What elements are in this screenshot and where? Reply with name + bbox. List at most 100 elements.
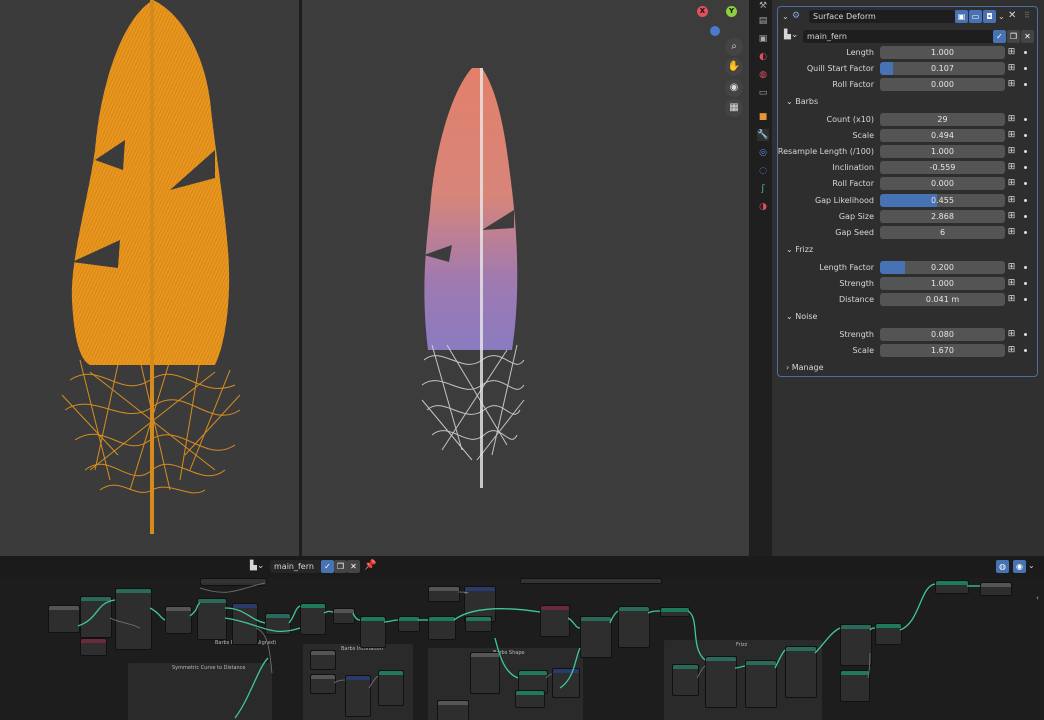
- world-tab-icon[interactable]: ◍: [757, 69, 769, 81]
- value-slider[interactable]: 0.000: [880, 78, 1005, 91]
- value-slider[interactable]: 1.000: [880, 46, 1005, 59]
- attribute-toggle-icon[interactable]: ⊞: [1007, 179, 1016, 188]
- value-slider[interactable]: 0.080: [880, 328, 1005, 341]
- value-slider[interactable]: 2.868: [880, 210, 1005, 223]
- section-header[interactable]: ⌄ Frizz: [786, 245, 813, 254]
- keyframe-dot-icon[interactable]: [1024, 199, 1027, 202]
- close-icon[interactable]: ✕: [1008, 10, 1016, 21]
- dropdown-icon[interactable]: ⌄: [998, 12, 1005, 21]
- viewport-right[interactable]: X Y ⌕ ✋ ◉ ▦: [302, 0, 749, 556]
- camera-icon[interactable]: ◉: [725, 79, 743, 97]
- attribute-toggle-icon[interactable]: ⊞: [1007, 196, 1016, 205]
- keyframe-dot-icon[interactable]: [1024, 266, 1027, 269]
- value-slider[interactable]: 0.494: [880, 129, 1005, 142]
- object-tab-icon[interactable]: ■: [757, 111, 769, 123]
- keyframe-dot-icon[interactable]: [1024, 83, 1027, 86]
- drag-handle-icon[interactable]: ⠿: [1024, 11, 1030, 20]
- attribute-toggle-icon[interactable]: ⊞: [1007, 279, 1016, 288]
- section-header[interactable]: › Manage: [786, 363, 824, 372]
- keyframe-dot-icon[interactable]: [1024, 231, 1027, 234]
- section-header[interactable]: ⌄ Noise: [786, 312, 817, 321]
- snap-icon[interactable]: ◉: [1013, 560, 1026, 573]
- keyframe-dot-icon[interactable]: [1024, 166, 1027, 169]
- viewport-left[interactable]: [0, 0, 299, 556]
- unlink-icon[interactable]: ✕: [1021, 30, 1034, 43]
- node-group-field[interactable]: main_fern: [270, 560, 322, 573]
- keyframe-dot-icon[interactable]: [1024, 298, 1027, 301]
- keyframe-dot-icon[interactable]: [1024, 349, 1027, 352]
- gizmo-y-axis[interactable]: Y: [726, 6, 737, 17]
- value-slider[interactable]: 0.107: [880, 62, 1005, 75]
- output-tab-icon[interactable]: ▣: [757, 33, 769, 45]
- pin-icon[interactable]: 📌: [364, 560, 376, 571]
- node-tree-icon[interactable]: ▙⌄: [250, 561, 264, 571]
- attribute-toggle-icon[interactable]: ⊞: [1007, 80, 1016, 89]
- modifier-name-field[interactable]: Surface Deform: [809, 10, 955, 23]
- dropdown-icon[interactable]: ⌄: [1028, 561, 1035, 570]
- value-slider[interactable]: 29: [880, 113, 1005, 126]
- attribute-toggle-icon[interactable]: ⊞: [1007, 295, 1016, 304]
- overlay-icon[interactable]: ◍: [996, 560, 1009, 573]
- value-slider[interactable]: 1.000: [880, 277, 1005, 290]
- node-tree-icon[interactable]: ▙⌄: [784, 30, 798, 40]
- keyframe-dot-icon[interactable]: [1024, 282, 1027, 285]
- duplicate-icon[interactable]: ❐: [334, 560, 347, 573]
- edit-mode-icon[interactable]: ▣: [955, 10, 968, 23]
- particles-tab-icon[interactable]: ◎: [757, 147, 769, 159]
- attribute-toggle-icon[interactable]: ⊞: [1007, 163, 1016, 172]
- value-slider[interactable]: 0.200: [880, 261, 1005, 274]
- keyframe-dot-icon[interactable]: [1024, 215, 1027, 218]
- data-tab-icon[interactable]: ʃ: [757, 183, 769, 195]
- grid-icon[interactable]: ▦: [725, 99, 743, 117]
- keyframe-dot-icon[interactable]: [1024, 51, 1027, 54]
- sidebar-toggle-icon[interactable]: ‹: [1036, 594, 1039, 602]
- fake-user-icon[interactable]: ✓: [321, 560, 334, 573]
- keyframe-dot-icon[interactable]: [1024, 150, 1027, 153]
- viewport-display-icon[interactable]: ▭: [969, 10, 982, 23]
- chevron-down-icon[interactable]: ⌄: [786, 97, 795, 106]
- keyframe-dot-icon[interactable]: [1024, 333, 1027, 336]
- value-slider[interactable]: 1.670: [880, 344, 1005, 357]
- collapse-chevron-icon[interactable]: ⌄: [782, 12, 789, 21]
- keyframe-dot-icon[interactable]: [1024, 134, 1027, 137]
- node-editor-canvas[interactable]: Symmetric Curve to Distance Barbs Inclin…: [0, 578, 1044, 720]
- keyframe-dot-icon[interactable]: [1024, 67, 1027, 70]
- modifier-tab-icon[interactable]: 🔧: [757, 129, 769, 141]
- attribute-toggle-icon[interactable]: ⊞: [1007, 228, 1016, 237]
- tool-tab-icon[interactable]: ⚒: [757, 0, 769, 12]
- zoom-icon[interactable]: ⌕: [725, 38, 743, 56]
- attribute-toggle-icon[interactable]: ⊞: [1007, 64, 1016, 73]
- unlink-icon[interactable]: ✕: [347, 560, 360, 573]
- attribute-toggle-icon[interactable]: ⊞: [1007, 147, 1016, 156]
- value-slider[interactable]: 6: [880, 226, 1005, 239]
- physics-tab-icon[interactable]: ◌: [757, 165, 769, 177]
- attribute-toggle-icon[interactable]: ⊞: [1007, 346, 1016, 355]
- value-slider[interactable]: 0.455: [880, 194, 1005, 207]
- node-group-field[interactable]: main_fern: [803, 30, 995, 43]
- render-tab-icon[interactable]: ▤: [757, 15, 769, 27]
- render-display-icon[interactable]: ◘: [983, 10, 996, 23]
- chevron-down-icon[interactable]: ⌄: [786, 312, 795, 321]
- section-header[interactable]: ⌄ Barbs: [786, 97, 818, 106]
- attribute-toggle-icon[interactable]: ⊞: [1007, 263, 1016, 272]
- hand-pan-icon[interactable]: ✋: [725, 58, 743, 76]
- material-tab-icon[interactable]: ◑: [757, 201, 769, 213]
- value-slider[interactable]: 1.000: [880, 145, 1005, 158]
- attribute-toggle-icon[interactable]: ⊞: [1007, 330, 1016, 339]
- duplicate-icon[interactable]: ❐: [1007, 30, 1020, 43]
- attribute-toggle-icon[interactable]: ⊞: [1007, 48, 1016, 57]
- gizmo-z-axis[interactable]: [710, 26, 720, 36]
- fake-user-icon[interactable]: ✓: [993, 30, 1006, 43]
- attribute-toggle-icon[interactable]: ⊞: [1007, 212, 1016, 221]
- keyframe-dot-icon[interactable]: [1024, 118, 1027, 121]
- value-slider[interactable]: 0.000: [880, 177, 1005, 190]
- keyframe-dot-icon[interactable]: [1024, 182, 1027, 185]
- value-slider[interactable]: 0.041 m: [880, 293, 1005, 306]
- attribute-toggle-icon[interactable]: ⊞: [1007, 115, 1016, 124]
- attribute-toggle-icon[interactable]: ⊞: [1007, 131, 1016, 140]
- value-slider[interactable]: -0.559: [880, 161, 1005, 174]
- collection-tab-icon[interactable]: ▭: [757, 87, 769, 99]
- gizmo-x-axis[interactable]: X: [697, 6, 708, 17]
- chevron-down-icon[interactable]: ⌄: [786, 245, 795, 254]
- scene-tab-icon[interactable]: ◐: [757, 51, 769, 63]
